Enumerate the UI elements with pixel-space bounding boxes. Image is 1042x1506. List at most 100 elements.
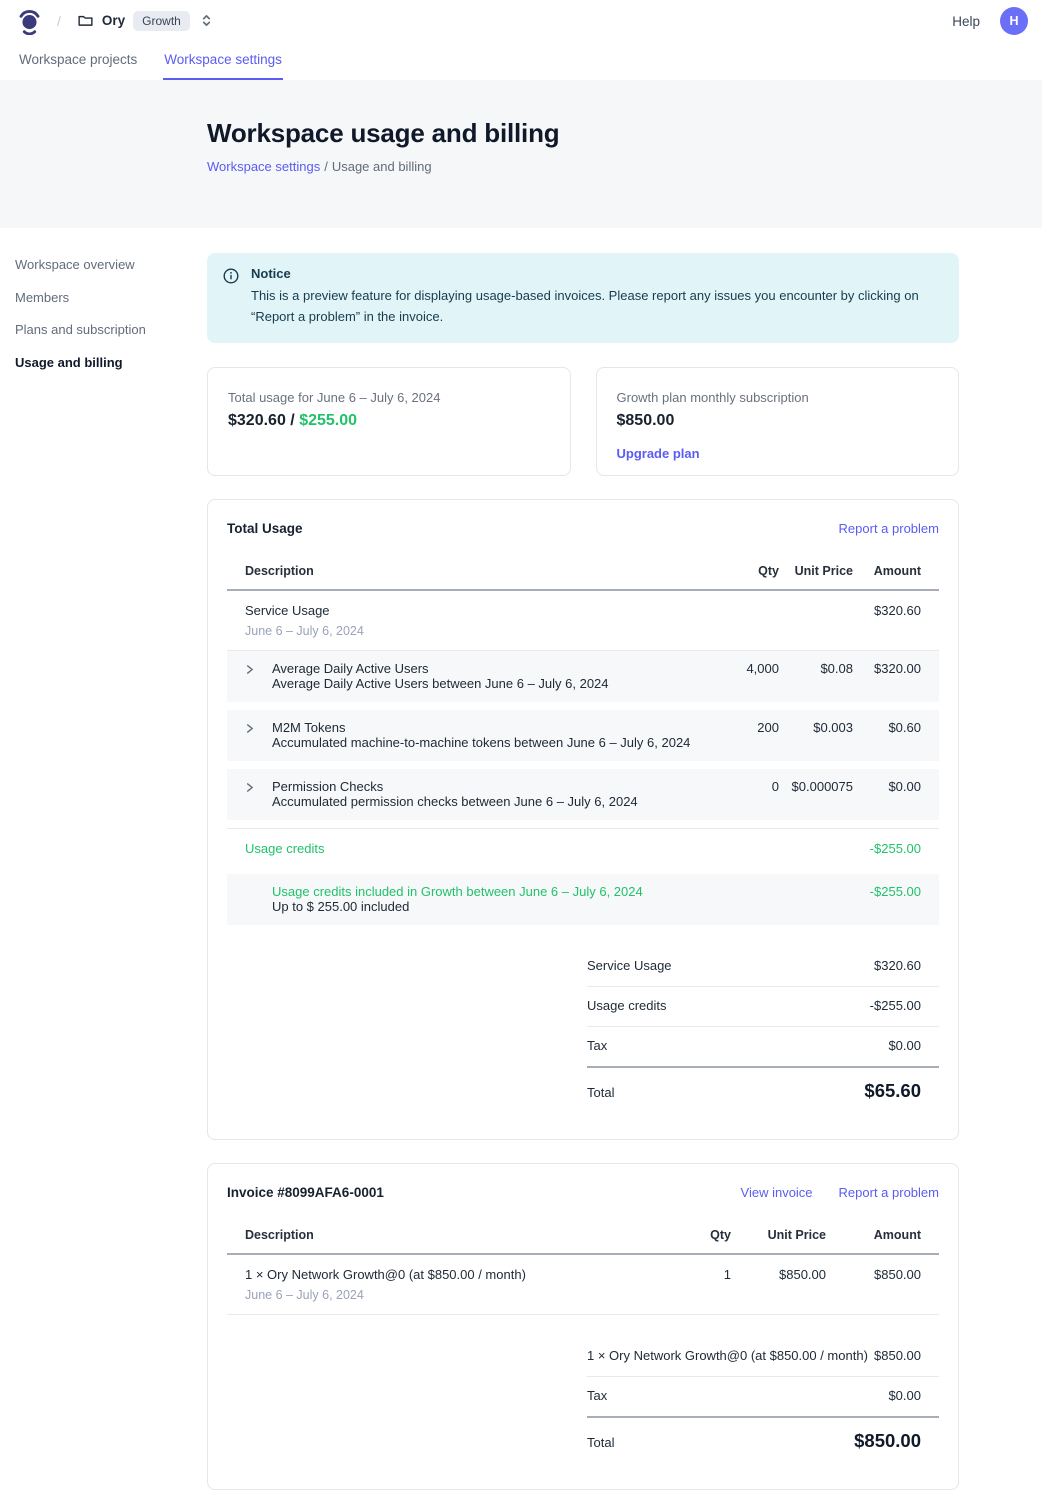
- plan-label: Growth plan monthly subscription: [617, 390, 939, 405]
- plan-subscription-card: Growth plan monthly subscription $850.00…: [596, 367, 960, 476]
- row-amount: $0.60: [853, 720, 921, 735]
- table-row-usage-credits: Usage credits -$255.00: [227, 828, 939, 868]
- folder-icon: [77, 12, 94, 29]
- chevron-right-icon[interactable]: [245, 720, 272, 737]
- invoice-totals: 1 × Ory Network Growth@0 (at $850.00 / m…: [587, 1337, 939, 1465]
- row-amount: $0.00: [853, 779, 921, 794]
- tab-workspace-settings[interactable]: Workspace settings: [163, 42, 283, 80]
- ory-logo-icon[interactable]: [16, 8, 43, 35]
- total-usage-value: $320.60 / $255.00: [228, 412, 550, 430]
- row-name: Service Usage: [245, 603, 695, 619]
- col-qty: Qty: [661, 1228, 731, 1242]
- selector-chevrons-icon[interactable]: [200, 13, 213, 28]
- chevron-right-icon[interactable]: [245, 779, 272, 796]
- view-invoice-link[interactable]: View invoice: [741, 1185, 813, 1200]
- row-amount: $850.00: [826, 1267, 921, 1282]
- usage-credit-value: $255.00: [299, 412, 357, 429]
- row-name: 1 × Ory Network Growth@0 (at $850.00 / m…: [245, 1267, 661, 1283]
- workspace-switcher[interactable]: Ory Growth: [77, 11, 213, 31]
- upgrade-plan-link[interactable]: Upgrade plan: [617, 446, 700, 461]
- notice-banner: Notice This is a preview feature for dis…: [207, 253, 959, 343]
- help-link[interactable]: Help: [952, 14, 980, 29]
- sidebar-item-usage-and-billing[interactable]: Usage and billing: [15, 353, 207, 372]
- totals-row-subscription: 1 × Ory Network Growth@0 (at $850.00 / m…: [587, 1337, 939, 1377]
- invoice-panel-title: Invoice #8099AFA6-0001: [227, 1185, 384, 1200]
- row-amount: -$255.00: [853, 884, 921, 899]
- row-qty: 0: [695, 779, 779, 794]
- row-description: Up to $ 255.00 included: [272, 899, 853, 914]
- settings-sidebar: Workspace overview Members Plans and sub…: [0, 228, 207, 1506]
- col-description: Description: [245, 1228, 661, 1242]
- row-period: June 6 – July 6, 2024: [245, 1288, 661, 1302]
- row-description: Accumulated permission checks between Ju…: [272, 794, 695, 809]
- totals-row-service-usage: Service Usage $320.60: [587, 947, 939, 987]
- sidebar-item-plans-and-subscription[interactable]: Plans and subscription: [15, 320, 207, 339]
- row-name: Usage credits included in Growth between…: [272, 884, 853, 899]
- row-name: Usage credits: [245, 841, 853, 856]
- row-period: June 6 – July 6, 2024: [245, 624, 695, 638]
- tab-workspace-projects[interactable]: Workspace projects: [18, 42, 138, 80]
- row-name: Permission Checks: [272, 779, 695, 794]
- row-unit-price: $0.003: [779, 720, 853, 735]
- col-description: Description: [245, 564, 695, 578]
- usage-panel-title: Total Usage: [227, 521, 303, 536]
- row-unit-price: $850.00: [731, 1267, 826, 1282]
- totals-row-usage-credits: Usage credits -$255.00: [587, 987, 939, 1027]
- table-row-m2m-tokens[interactable]: M2M Tokens Accumulated machine-to-machin…: [227, 710, 939, 761]
- sidebar-item-members[interactable]: Members: [15, 288, 207, 307]
- total-usage-panel: Total Usage Report a problem Description…: [207, 499, 959, 1140]
- row-description: Accumulated machine-to-machine tokens be…: [272, 735, 695, 750]
- row-qty: 4,000: [695, 661, 779, 676]
- breadcrumb: Workspace settings / Usage and billing: [207, 159, 1042, 174]
- notice-body: This is a preview feature for displaying…: [251, 286, 941, 328]
- topbar-right: Help H: [952, 7, 1028, 35]
- plan-amount: $850.00: [617, 412, 939, 430]
- sidebar-item-workspace-overview[interactable]: Workspace overview: [15, 255, 207, 274]
- total-usage-label: Total usage for June 6 – July 6, 2024: [228, 390, 550, 405]
- row-qty: 1: [661, 1267, 731, 1282]
- totals-row-tax: Tax $0.00: [587, 1027, 939, 1068]
- usage-table-header: Description Qty Unit Price Amount: [227, 554, 939, 591]
- table-row-invoice-line: 1 × Ory Network Growth@0 (at $850.00 / m…: [227, 1255, 939, 1315]
- breadcrumb-current: Usage and billing: [332, 159, 432, 174]
- row-unit-price: $0.08: [779, 661, 853, 676]
- info-icon: [223, 268, 239, 328]
- col-qty: Qty: [695, 564, 779, 578]
- chevron-right-icon[interactable]: [245, 661, 272, 678]
- breadcrumb-settings-link[interactable]: Workspace settings: [207, 159, 320, 174]
- page-header: Workspace usage and billing Workspace se…: [0, 80, 1042, 228]
- row-name: Average Daily Active Users: [272, 661, 695, 676]
- table-row-permission-checks[interactable]: Permission Checks Accumulated permission…: [227, 769, 939, 820]
- report-problem-link-invoice[interactable]: Report a problem: [839, 1185, 939, 1200]
- totals-row-grand-total: Total $850.00: [587, 1418, 939, 1465]
- workspace-name: Ory: [102, 13, 125, 28]
- user-avatar[interactable]: H: [1000, 7, 1028, 35]
- total-usage-card: Total usage for June 6 – July 6, 2024 $3…: [207, 367, 571, 476]
- row-unit-price: $0.000075: [779, 779, 853, 794]
- table-row-usage-credits-detail: Usage credits included in Growth between…: [227, 874, 939, 925]
- report-problem-link-usage[interactable]: Report a problem: [839, 521, 939, 536]
- col-unit-price: Unit Price: [731, 1228, 826, 1242]
- breadcrumb-separator: /: [57, 13, 61, 29]
- page-title: Workspace usage and billing: [207, 118, 1042, 149]
- row-description: Average Daily Active Users between June …: [272, 676, 695, 691]
- col-amount: Amount: [853, 564, 921, 578]
- workspace-plan-badge: Growth: [133, 11, 190, 31]
- row-qty: 200: [695, 720, 779, 735]
- totals-row-tax: Tax $0.00: [587, 1377, 939, 1418]
- breadcrumb-sep: /: [324, 159, 328, 174]
- tab-bar: Workspace projects Workspace settings: [0, 42, 1042, 80]
- invoice-panel: Invoice #8099AFA6-0001 View invoice Repo…: [207, 1163, 959, 1490]
- col-amount: Amount: [826, 1228, 921, 1242]
- invoice-table-header: Description Qty Unit Price Amount: [227, 1218, 939, 1255]
- top-bar: / Ory Growth Help H: [0, 0, 1042, 42]
- row-name: M2M Tokens: [272, 720, 695, 735]
- col-unit-price: Unit Price: [779, 564, 853, 578]
- table-row-service-usage: Service Usage June 6 – July 6, 2024 $320…: [227, 591, 939, 651]
- row-amount: $320.00: [853, 661, 921, 676]
- usage-totals: Service Usage $320.60 Usage credits -$25…: [587, 947, 939, 1115]
- row-amount: -$255.00: [853, 841, 921, 856]
- notice-title: Notice: [251, 266, 941, 281]
- totals-row-grand-total: Total $65.60: [587, 1068, 939, 1115]
- table-row-daily-active-users[interactable]: Average Daily Active Users Average Daily…: [227, 651, 939, 702]
